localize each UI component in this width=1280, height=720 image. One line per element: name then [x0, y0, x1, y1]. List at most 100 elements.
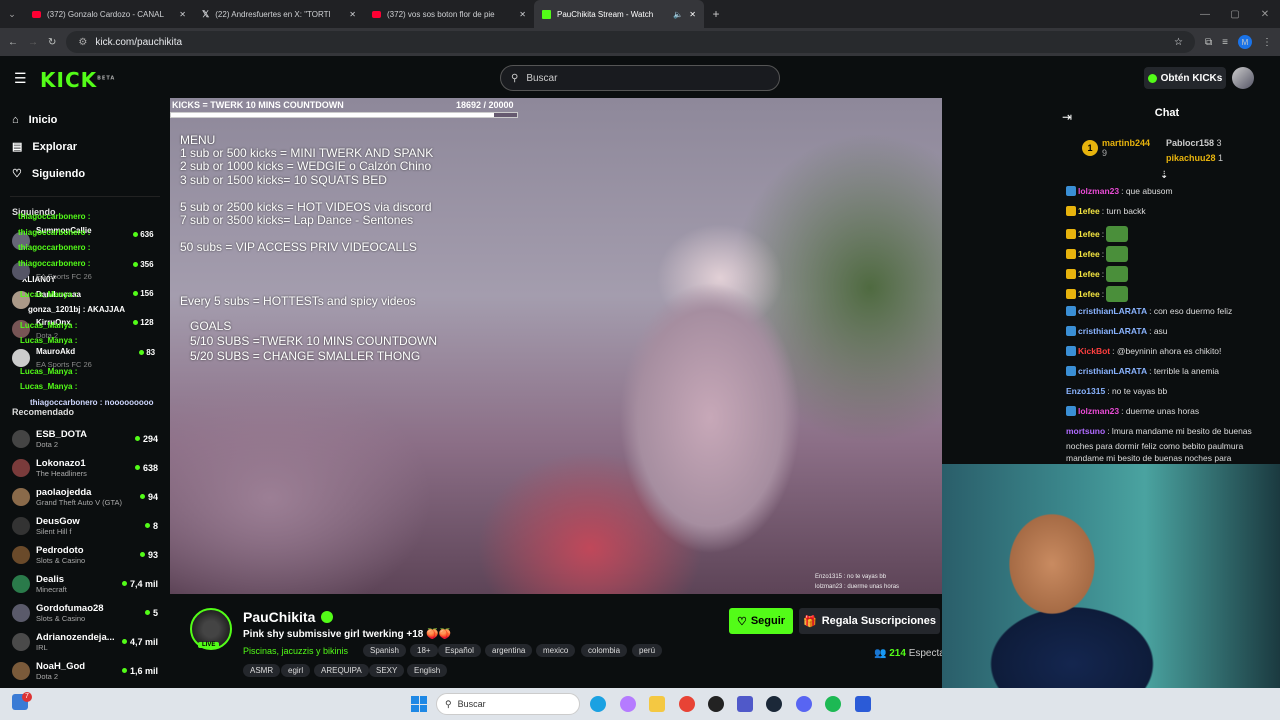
recommended-channel[interactable]: Dealis Minecraft 7,4 mil [0, 569, 170, 598]
reload-icon[interactable]: ↻ [48, 37, 56, 48]
tag[interactable]: colombia [581, 644, 628, 657]
sidebar-nav-following[interactable]: ♡ Siguiendo [0, 160, 170, 187]
app-icon[interactable] [708, 696, 724, 712]
chat-username[interactable]: cristhianLARATA [1078, 306, 1147, 316]
extensions-icon[interactable]: ⧉ [1205, 37, 1212, 48]
recommended-channel[interactable]: Lokonazo1 The Headliners 638 [0, 453, 170, 482]
emote-icon [1106, 226, 1129, 242]
chat-leader-3[interactable]: pikachuu28 1 [1166, 151, 1223, 166]
chat-username[interactable]: cristhianLARATA [1078, 366, 1147, 376]
close-icon[interactable]: ✕ [349, 10, 356, 19]
file-explorer-icon[interactable] [649, 696, 665, 712]
chat-username[interactable]: Enzo1315 [1066, 386, 1105, 396]
app-icon[interactable] [855, 696, 871, 712]
channel-avatar [12, 458, 30, 477]
hamburger-menu-icon[interactable]: ☰ [14, 70, 27, 87]
recommended-channel[interactable]: ESB_DOTA Dota 2 294 [0, 424, 170, 453]
browser-tab-3[interactable]: (372) vos sos boton flor de pie ✕ [364, 0, 534, 28]
video-player[interactable]: KICKS = TWERK 10 MINS COUNTDOWN 18692 / … [170, 98, 942, 594]
discord-icon[interactable] [796, 696, 812, 712]
recommended-list: ESB_DOTA Dota 2 294 Lokonazo1 The Headliner… [0, 424, 170, 685]
stream-category[interactable]: Piscinas, jacuzzis y bikinis [243, 646, 348, 656]
tab-search-icon[interactable]: ⌄ [0, 9, 24, 20]
chrome-icon[interactable] [679, 696, 695, 712]
profile-avatar[interactable]: M [1238, 35, 1252, 49]
tag[interactable]: perú [632, 644, 663, 657]
recommended-channel[interactable]: Adrianozendeja... IRL 4,7 mil [0, 627, 170, 656]
following-viewers-1: 636 [133, 230, 154, 239]
tag[interactable]: Spanish [363, 644, 406, 657]
tag[interactable]: Español [438, 644, 481, 657]
back-icon[interactable]: ← [8, 37, 18, 48]
chat-leader-2[interactable]: Pablocr158 3 [1166, 136, 1223, 151]
url-field[interactable]: ⚙ kick.com/pauchikita ☆ [66, 31, 1196, 53]
media-control-icon[interactable]: ≡ [1222, 37, 1228, 48]
chat-leader-1[interactable]: 1 martinb244 9 [1082, 138, 1150, 158]
browser-tab-4[interactable]: PauChikita Stream - Watch 🔈 ✕ [534, 0, 704, 28]
sidebar-nav-explore[interactable]: ▤ Explorar [0, 133, 170, 160]
chat-collapse-icon[interactable]: ⇥ [1062, 110, 1072, 124]
home-icon: ⌂ [12, 113, 19, 126]
chat-username[interactable]: 1efee [1078, 289, 1100, 299]
chat-message: cristhianLARATA: terrible la anemia [1066, 366, 1219, 376]
recommended-channel[interactable]: NoaH_God Dota 2 1,6 mil [0, 656, 170, 685]
scroll-down-icon[interactable]: ⇣ [1160, 170, 1168, 181]
maximize-icon[interactable]: ▢ [1220, 9, 1250, 20]
menu-line: 2 sub or 1000 kicks = WEDGIE o Calzón Ch… [180, 159, 432, 173]
chat-username[interactable]: lolzman23 [1078, 406, 1119, 416]
chat-message: 1efee: [1066, 266, 1129, 282]
tag[interactable]: ASMR [243, 664, 281, 677]
window-close-icon[interactable]: ✕ [1250, 9, 1280, 20]
steam-icon[interactable] [766, 696, 782, 712]
copilot-icon[interactable] [620, 696, 636, 712]
follow-button[interactable]: ♡ Seguir [729, 608, 793, 634]
close-icon[interactable]: ✕ [519, 10, 526, 19]
tag[interactable]: egirl [281, 664, 311, 677]
teams-icon[interactable] [737, 696, 753, 712]
chat-username[interactable]: cristhianLARATA [1078, 326, 1147, 336]
chat-badge-icon [1066, 269, 1076, 279]
get-kicks-button[interactable]: Obtén KICKs [1144, 67, 1226, 89]
forward-icon[interactable]: → [28, 37, 38, 48]
chat-username[interactable]: lolzman23 [1078, 186, 1119, 196]
recommended-channel[interactable]: Pedrodoto Slots & Casino 93 [0, 540, 170, 569]
following-name-5[interactable]: MauroAkd [36, 347, 75, 356]
chat-username[interactable]: KickBot [1078, 346, 1110, 356]
start-icon[interactable] [411, 696, 427, 712]
search-input[interactable]: ⚲ Buscar [500, 65, 780, 91]
sidebar-nav-home[interactable]: ⌂ Inicio [0, 106, 170, 133]
taskbar-search[interactable]: ⚲ Buscar [436, 693, 580, 715]
minimize-icon[interactable]: — [1190, 9, 1220, 20]
gift-subs-button[interactable]: 🎁 Regala Suscripciones [799, 608, 940, 634]
speaker-icon[interactable]: 🔈 [673, 10, 683, 19]
chat-username[interactable]: 1efee [1078, 206, 1100, 216]
chat-username[interactable]: 1efee [1078, 249, 1100, 259]
browser-tab-2[interactable]: 𝕏 (22) Andresfuertes en X: "TORTI ✕ [194, 0, 364, 28]
chat-username[interactable]: 1efee [1078, 269, 1100, 279]
close-icon[interactable]: ✕ [179, 10, 186, 19]
browser-tab-1[interactable]: (372) Gonzalo Cardozo - CANAL ✕ [24, 0, 194, 28]
new-tab-icon[interactable]: + [704, 7, 728, 21]
site-info-icon[interactable]: ⚙ [78, 37, 87, 48]
chat-username[interactable]: 1efee [1078, 229, 1100, 239]
menu-kebab-icon[interactable]: ⋮ [1262, 37, 1272, 48]
recommended-channel[interactable]: DeusGow Silent Hill f8 [0, 511, 170, 540]
user-avatar[interactable] [1232, 67, 1254, 89]
tag[interactable]: English [407, 664, 448, 677]
tag[interactable]: SEXY [369, 664, 405, 677]
bookmark-star-icon[interactable]: ☆ [1174, 37, 1183, 48]
following-avatar[interactable] [12, 349, 30, 367]
edge-icon[interactable] [590, 696, 606, 712]
tag[interactable]: 18+ [410, 644, 438, 657]
live-dot-icon [134, 436, 140, 441]
spotify-icon[interactable] [825, 696, 841, 712]
chat-username[interactable]: mortsuno [1066, 426, 1105, 436]
tag[interactable]: argentina [485, 644, 533, 657]
channel-name[interactable]: PauChikita [243, 609, 334, 625]
tag[interactable]: mexico [536, 644, 576, 657]
recommended-channel[interactable]: Gordofumao28 Slots & Casino 5 [0, 598, 170, 627]
tag[interactable]: AREQUIPA [314, 664, 369, 677]
recommended-channel[interactable]: paolaojedda Grand Theft Auto V (GTA) 94 [0, 482, 170, 511]
close-icon[interactable]: ✕ [689, 10, 696, 19]
kick-logo[interactable]: KICKBETA [40, 68, 115, 92]
